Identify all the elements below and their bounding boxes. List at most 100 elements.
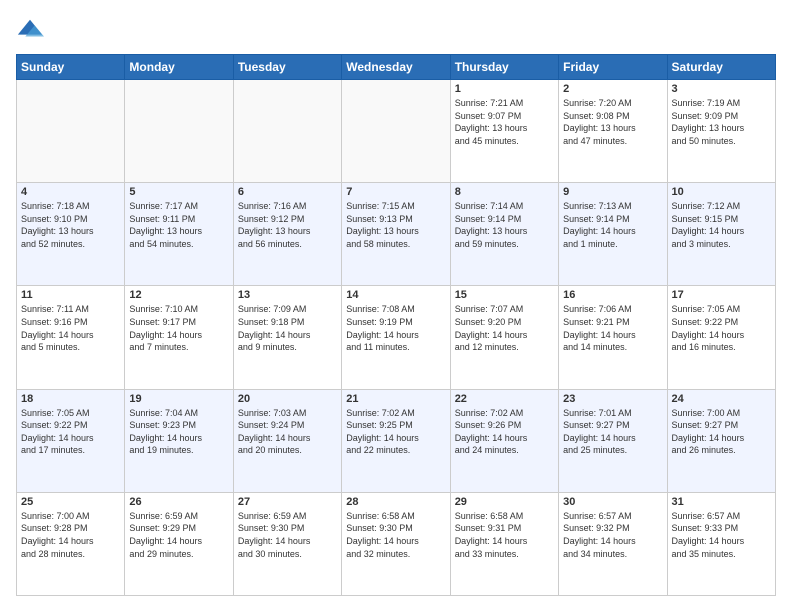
day-info: Sunrise: 7:21 AMSunset: 9:07 PMDaylight:… bbox=[455, 97, 554, 147]
day-cell: 14Sunrise: 7:08 AMSunset: 9:19 PMDayligh… bbox=[342, 286, 450, 389]
day-info: Sunrise: 6:58 AMSunset: 9:31 PMDaylight:… bbox=[455, 510, 554, 560]
day-cell: 28 Sunrise: 6:58 AMSunset: 9:30 PMDayligh… bbox=[342, 492, 450, 595]
logo-icon bbox=[16, 16, 44, 44]
day-info: Sunrise: 6:59 AMSunset: 9:30 PMDaylight:… bbox=[238, 510, 337, 560]
day-info: Sunrise: 7:15 AMSunset: 9:13 PMDaylight:… bbox=[346, 200, 445, 250]
day-info: Sunrise: 7:16 AMSunset: 9:12 PMDaylight:… bbox=[238, 200, 337, 250]
day-info: Sunrise: 6:57 AMSunset: 9:32 PMDaylight:… bbox=[563, 510, 662, 560]
day-number: 28 bbox=[346, 496, 445, 508]
day-number: 30 bbox=[563, 496, 662, 508]
day-cell: 27 Sunrise: 6:59 AMSunset: 9:30 PMDayligh… bbox=[233, 492, 341, 595]
day-cell: 2 Sunrise: 7:20 AMSunset: 9:08 PMDaylight… bbox=[559, 80, 667, 183]
day-number: 11 bbox=[21, 289, 120, 301]
day-cell bbox=[233, 80, 341, 183]
day-number: 22 bbox=[455, 393, 554, 405]
header bbox=[16, 16, 776, 44]
day-cell: 12 Sunrise: 7:10 AMSunset: 9:17 PMDayligh… bbox=[125, 286, 233, 389]
day-info: Sunrise: 7:09 AMSunset: 9:18 PMDaylight:… bbox=[238, 303, 337, 353]
day-info: Sunrise: 7:05 AMSunset: 9:22 PMDaylight:… bbox=[672, 303, 771, 353]
weekday-header-saturday: Saturday bbox=[667, 55, 775, 80]
day-info: Sunrise: 7:13 AMSunset: 9:14 PMDaylight:… bbox=[563, 200, 662, 250]
day-info: Sunrise: 7:10 AMSunset: 9:17 PMDaylight:… bbox=[129, 303, 228, 353]
day-cell: 24Sunrise: 7:00 AMSunset: 9:27 PMDayligh… bbox=[667, 389, 775, 492]
day-info: Sunrise: 7:04 AMSunset: 9:23 PMDaylight:… bbox=[129, 407, 228, 457]
day-cell: 9 Sunrise: 7:13 AMSunset: 9:14 PMDaylight… bbox=[559, 183, 667, 286]
day-info: Sunrise: 7:03 AMSunset: 9:24 PMDaylight:… bbox=[238, 407, 337, 457]
day-info: Sunrise: 7:14 AMSunset: 9:14 PMDaylight:… bbox=[455, 200, 554, 250]
day-info: Sunrise: 7:11 AMSunset: 9:16 PMDaylight:… bbox=[21, 303, 120, 353]
day-info: Sunrise: 6:57 AMSunset: 9:33 PMDaylight:… bbox=[672, 510, 771, 560]
day-number: 14 bbox=[346, 289, 445, 301]
day-cell: 11 Sunrise: 7:11 AMSunset: 9:16 PMDayligh… bbox=[17, 286, 125, 389]
day-info: Sunrise: 7:05 AMSunset: 9:22 PMDaylight:… bbox=[21, 407, 120, 457]
day-number: 27 bbox=[238, 496, 337, 508]
day-number: 13 bbox=[238, 289, 337, 301]
day-info: Sunrise: 7:07 AMSunset: 9:20 PMDaylight:… bbox=[455, 303, 554, 353]
day-cell: 31 Sunrise: 6:57 AMSunset: 9:33 PMDayligh… bbox=[667, 492, 775, 595]
day-cell: 10Sunrise: 7:12 AMSunset: 9:15 PMDayligh… bbox=[667, 183, 775, 286]
day-cell: 6 Sunrise: 7:16 AMSunset: 9:12 PMDaylight… bbox=[233, 183, 341, 286]
day-number: 7 bbox=[346, 186, 445, 198]
day-number: 3 bbox=[672, 83, 771, 95]
day-cell bbox=[342, 80, 450, 183]
day-number: 29 bbox=[455, 496, 554, 508]
weekday-header-thursday: Thursday bbox=[450, 55, 558, 80]
day-number: 19 bbox=[129, 393, 228, 405]
day-cell: 4 Sunrise: 7:18 AMSunset: 9:10 PMDaylight… bbox=[17, 183, 125, 286]
day-info: Sunrise: 7:06 AMSunset: 9:21 PMDaylight:… bbox=[563, 303, 662, 353]
day-number: 15 bbox=[455, 289, 554, 301]
day-cell: 8 Sunrise: 7:14 AMSunset: 9:14 PMDaylight… bbox=[450, 183, 558, 286]
day-number: 9 bbox=[563, 186, 662, 198]
day-number: 2 bbox=[563, 83, 662, 95]
day-cell: 30 Sunrise: 6:57 AMSunset: 9:32 PMDayligh… bbox=[559, 492, 667, 595]
day-cell: 20Sunrise: 7:03 AMSunset: 9:24 PMDayligh… bbox=[233, 389, 341, 492]
day-info: Sunrise: 6:59 AMSunset: 9:29 PMDaylight:… bbox=[129, 510, 228, 560]
day-number: 8 bbox=[455, 186, 554, 198]
day-info: Sunrise: 7:00 AMSunset: 9:28 PMDaylight:… bbox=[21, 510, 120, 560]
day-cell bbox=[125, 80, 233, 183]
weekday-header-wednesday: Wednesday bbox=[342, 55, 450, 80]
day-number: 21 bbox=[346, 393, 445, 405]
logo bbox=[16, 16, 48, 44]
day-cell: 18 Sunrise: 7:05 AMSunset: 9:22 PMDayligh… bbox=[17, 389, 125, 492]
day-info: Sunrise: 7:01 AMSunset: 9:27 PMDaylight:… bbox=[563, 407, 662, 457]
day-cell: 5 Sunrise: 7:17 AMSunset: 9:11 PMDaylight… bbox=[125, 183, 233, 286]
day-number: 18 bbox=[21, 393, 120, 405]
day-number: 31 bbox=[672, 496, 771, 508]
page: SundayMondayTuesdayWednesdayThursdayFrid… bbox=[0, 0, 792, 612]
weekday-header-monday: Monday bbox=[125, 55, 233, 80]
day-number: 26 bbox=[129, 496, 228, 508]
day-info: Sunrise: 7:20 AMSunset: 9:08 PMDaylight:… bbox=[563, 97, 662, 147]
week-row-1: 1 Sunrise: 7:21 AMSunset: 9:07 PMDaylight… bbox=[17, 80, 776, 183]
day-cell: 17Sunrise: 7:05 AMSunset: 9:22 PMDayligh… bbox=[667, 286, 775, 389]
day-info: Sunrise: 6:58 AMSunset: 9:30 PMDaylight:… bbox=[346, 510, 445, 560]
day-cell: 23 Sunrise: 7:01 AMSunset: 9:27 PMDayligh… bbox=[559, 389, 667, 492]
day-cell: 15 Sunrise: 7:07 AMSunset: 9:20 PMDayligh… bbox=[450, 286, 558, 389]
week-row-2: 4 Sunrise: 7:18 AMSunset: 9:10 PMDaylight… bbox=[17, 183, 776, 286]
day-cell: 7 Sunrise: 7:15 AMSunset: 9:13 PMDaylight… bbox=[342, 183, 450, 286]
day-number: 1 bbox=[455, 83, 554, 95]
day-cell: 26 Sunrise: 6:59 AMSunset: 9:29 PMDayligh… bbox=[125, 492, 233, 595]
day-number: 6 bbox=[238, 186, 337, 198]
day-number: 23 bbox=[563, 393, 662, 405]
day-cell: 3 Sunrise: 7:19 AMSunset: 9:09 PMDaylight… bbox=[667, 80, 775, 183]
day-info: Sunrise: 7:18 AMSunset: 9:10 PMDaylight:… bbox=[21, 200, 120, 250]
day-cell: 1 Sunrise: 7:21 AMSunset: 9:07 PMDaylight… bbox=[450, 80, 558, 183]
week-row-4: 18 Sunrise: 7:05 AMSunset: 9:22 PMDayligh… bbox=[17, 389, 776, 492]
day-cell: 29 Sunrise: 6:58 AMSunset: 9:31 PMDayligh… bbox=[450, 492, 558, 595]
weekday-header-friday: Friday bbox=[559, 55, 667, 80]
day-info: Sunrise: 7:00 AMSunset: 9:27 PMDaylight:… bbox=[672, 407, 771, 457]
weekday-header-sunday: Sunday bbox=[17, 55, 125, 80]
week-row-3: 11 Sunrise: 7:11 AMSunset: 9:16 PMDayligh… bbox=[17, 286, 776, 389]
day-info: Sunrise: 7:02 AMSunset: 9:26 PMDaylight:… bbox=[455, 407, 554, 457]
day-number: 4 bbox=[21, 186, 120, 198]
day-info: Sunrise: 7:12 AMSunset: 9:15 PMDaylight:… bbox=[672, 200, 771, 250]
day-number: 12 bbox=[129, 289, 228, 301]
day-info: Sunrise: 7:17 AMSunset: 9:11 PMDaylight:… bbox=[129, 200, 228, 250]
day-cell bbox=[17, 80, 125, 183]
day-info: Sunrise: 7:19 AMSunset: 9:09 PMDaylight:… bbox=[672, 97, 771, 147]
day-number: 5 bbox=[129, 186, 228, 198]
day-info: Sunrise: 7:02 AMSunset: 9:25 PMDaylight:… bbox=[346, 407, 445, 457]
day-number: 16 bbox=[563, 289, 662, 301]
day-cell: 13 Sunrise: 7:09 AMSunset: 9:18 PMDayligh… bbox=[233, 286, 341, 389]
